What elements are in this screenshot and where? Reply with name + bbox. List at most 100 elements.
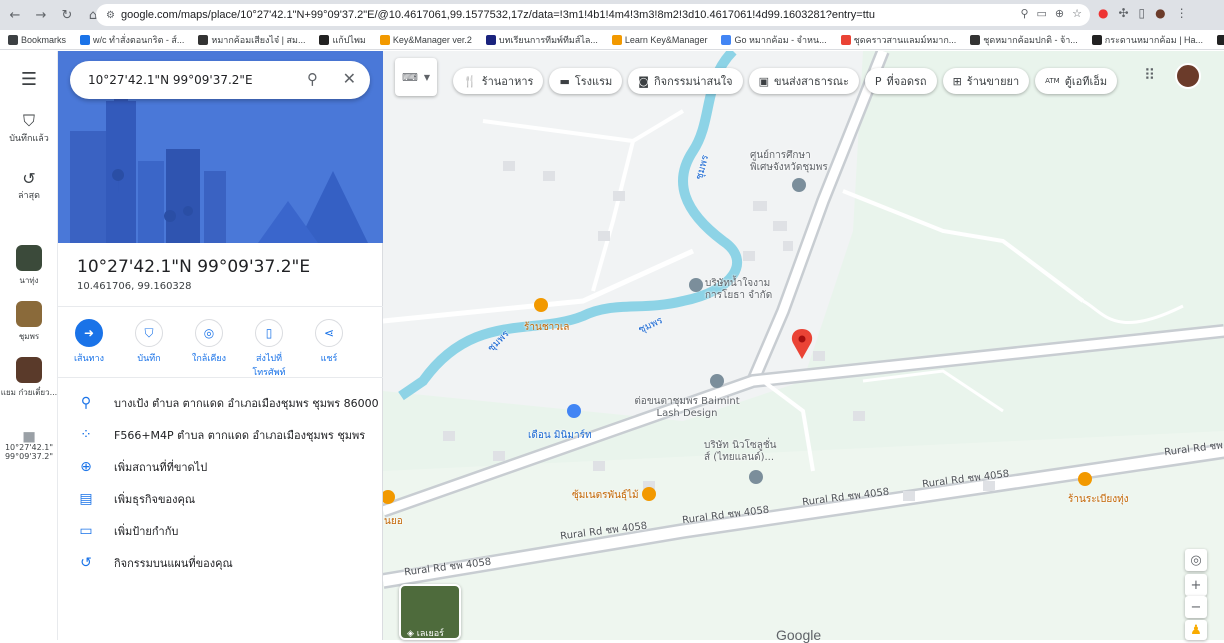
info-row[interactable]: ⚲ บางเป้ง ตำบล ตากแดด อำเภอเมืองชุมพร ชุม…: [58, 388, 383, 418]
bookmark-item[interactable]: Key&Manager ver.2: [379, 34, 472, 45]
address-bar[interactable]: ⚙ google.com/maps/place/10°27'42.1"N+99°…: [96, 4, 1090, 26]
bookmark-item[interactable]: กระดานหมากค้อม | Ha...: [1091, 33, 1204, 47]
bookmark-item[interactable]: Learn Key&Manager: [611, 34, 707, 45]
rail-recent-place[interactable]: นาทุ่ง: [0, 245, 58, 287]
map-label-minimart[interactable]: เดือน มินิมาร์ท: [528, 428, 592, 443]
rail-saved[interactable]: ⛉ บันทึกแล้ว: [0, 111, 58, 145]
info-row[interactable]: ▭ เพิ่มป้ายกำกับ: [58, 516, 383, 546]
url-text: google.com/maps/place/10°27'42.1"N+99°09…: [120, 9, 875, 21]
favicon-icon: [198, 34, 209, 45]
info-row[interactable]: ⊕ เพิ่มสถานที่ที่ขาดไป: [58, 452, 383, 482]
rail-current-place[interactable]: ▅ 10°27'42.1" 99°09'37.2": [0, 427, 58, 461]
camera-icon: ◙: [638, 74, 649, 88]
rail-recent-label: นาทุ่ง: [19, 276, 39, 285]
info-text: F566+M4P ตำบล ตากแดด อำเภอเมืองชุมพร ชุม…: [114, 429, 366, 442]
chip-camera[interactable]: ◙ กิจกรรมน่าสนใจ: [628, 68, 743, 94]
bookmarks-bar: Bookmarks w/c ทำสั่งตอนกริต - ส์... หมากค้…: [0, 30, 1224, 50]
apps-grid-icon[interactable]: ⠿: [1144, 66, 1155, 84]
map-label-shop-right[interactable]: ร้านระเบียงทุ่ง: [1068, 492, 1129, 507]
map-label-restaurant[interactable]: ร้านชาวเล: [524, 320, 569, 335]
zoom-out-button[interactable]: −: [1185, 596, 1207, 618]
location-icon[interactable]: ⚲: [1020, 7, 1028, 20]
avatar[interactable]: [1175, 63, 1201, 89]
directions-button[interactable]: ➜ เส้นทาง: [60, 319, 118, 379]
back-icon[interactable]: ←: [4, 4, 26, 26]
my-location-icon[interactable]: ◎: [1185, 549, 1207, 571]
bookmark-item[interactable]: ชุดหมากค้อมปกติ - จ้า...: [970, 33, 1078, 47]
history-icon: ↺: [80, 555, 92, 571]
input-tools-button[interactable]: ⌨ ▼: [395, 58, 437, 96]
chip-parking[interactable]: P ที่จอดรถ: [864, 68, 937, 94]
pegman-icon[interactable]: ♟: [1185, 620, 1207, 640]
bookmark-item[interactable]: w/c ทำสั่งตอนกริต - ส์...: [80, 33, 184, 47]
bookmark-item[interactable]: สอนหมากค้อมซรั่วสั่งทีม...: [1217, 33, 1224, 47]
favicon-icon: [80, 34, 91, 45]
action-label: ส่งไปที่โทรศัพท์: [252, 354, 286, 378]
map-label-company-2[interactable]: บริษัท นิวโซลูชั่น ส์ (ไทยแลนด์)...: [704, 440, 784, 464]
share-button[interactable]: ⋖ แชร์: [300, 319, 358, 379]
search-input[interactable]: 10°27'42.1"N 99°09'37.2"E: [88, 73, 253, 87]
chip-atm[interactable]: ATM ตู้เอทีเอ็ม: [1035, 68, 1118, 94]
map-label-school[interactable]: ศูนย์การศึกษา พิเศษจังหวัดชุมพร: [750, 150, 830, 174]
place-thumbnail: [16, 357, 42, 383]
info-row[interactable]: ▤ เพิ่มธุรกิจของคุณ: [58, 484, 383, 514]
chip-transit[interactable]: ▣ ขนส่งสาธารณะ: [748, 68, 859, 94]
maps-rail: ☰ ⛉ บันทึกแล้ว ↺ ล่าสุด นาทุ่งชุมพรแยม ก…: [0, 51, 58, 640]
info-row[interactable]: ↺ กิจกรรมบนแผนที่ของคุณ: [58, 548, 383, 578]
map-label-edge[interactable]: นยอ: [384, 514, 403, 529]
search-icon[interactable]: ⚲: [307, 70, 318, 88]
rail-recent-place[interactable]: แยม ก๋วยเตี๋ยว...: [0, 357, 58, 399]
search-box[interactable]: 10°27'42.1"N 99°09'37.2"E ⚲ ✕: [70, 61, 370, 99]
install-icon[interactable]: ▭: [1037, 7, 1047, 20]
info-row[interactable]: ⁘ F566+M4P ตำบล ตากแดด อำเภอเมืองชุมพร ชุ…: [58, 420, 383, 450]
chip-label: ที่จอดรถ: [886, 75, 927, 88]
atm-icon: ATM: [1045, 77, 1060, 85]
rail-recent[interactable]: ↺ ล่าสุด: [0, 169, 58, 202]
transit-icon: ▣: [758, 74, 769, 88]
chip-hotel[interactable]: ▬ โรงแรม: [549, 68, 623, 94]
site-info-icon[interactable]: ⚙: [106, 10, 115, 21]
location-pin-icon: ⚲: [80, 395, 92, 411]
send-to-phone-button[interactable]: ▯ ส่งไปที่โทรศัพท์: [240, 319, 298, 379]
chevron-down-icon: ▼: [423, 72, 431, 82]
bookmarks-folder[interactable]: Bookmarks: [8, 34, 66, 45]
close-icon[interactable]: ✕: [343, 69, 356, 88]
forward-icon[interactable]: →: [30, 4, 52, 26]
hamburger-menu-icon[interactable]: ☰: [0, 69, 58, 90]
map-label-company[interactable]: บริษัทน้ำใจงาม การโยธา จำกัด: [705, 278, 785, 302]
sidebar-icon[interactable]: ▯: [1139, 6, 1146, 20]
bookmark-item[interactable]: Go หมากค้อม - จำหน...: [721, 33, 827, 47]
info-text: เพิ่มป้ายกำกับ: [114, 525, 179, 538]
bookmark-label: Key&Manager ver.2: [392, 34, 472, 45]
rail-current-label: 10°27'42.1" 99°09'37.2": [4, 443, 54, 461]
chip-label: ขนส่งสาธารณะ: [773, 75, 849, 88]
rail-recent-place[interactable]: ชุมพร: [0, 301, 58, 343]
map-canvas[interactable]: [383, 51, 1224, 640]
zoom-icon[interactable]: ⊕: [1055, 7, 1064, 20]
menu-icon[interactable]: ⋮: [1176, 6, 1188, 20]
reload-icon[interactable]: ↻: [56, 4, 78, 26]
map-label-shop[interactable]: ซุ้มเนตรพันธุ์ไม้: [572, 488, 639, 503]
chip-pharmacy[interactable]: ⊞ ร้านขายยา: [942, 68, 1030, 94]
chip-restaurant[interactable]: 🍴 ร้านอาหาร: [453, 68, 544, 94]
map-label-lash[interactable]: ต่อขนตาชุมพร Baimint Lash Design: [632, 396, 742, 420]
profile-icon[interactable]: ●: [1155, 6, 1165, 20]
bookmark-label: กระดานหมากค้อม | Ha...: [1104, 34, 1204, 45]
directions-icon: ➜: [75, 319, 103, 347]
favicon-icon: [840, 34, 851, 45]
bookmark-button[interactable]: ⛉ บันทึก: [120, 319, 178, 379]
history-icon: ↺: [22, 169, 36, 188]
star-icon[interactable]: ☆: [1072, 7, 1082, 20]
hotel-icon: ▬: [559, 74, 570, 88]
place-hero-image: 10°27'42.1"N 99°09'37.2"E ⚲ ✕: [58, 51, 383, 243]
plus-code-icon: ⁘: [80, 427, 92, 443]
extensions-icon[interactable]: ✣: [1118, 6, 1128, 20]
zoom-in-button[interactable]: +: [1185, 574, 1207, 596]
nearby-button[interactable]: ◎ ใกล้เคียง: [180, 319, 238, 379]
bookmark-item[interactable]: ชุดคราวสานแลมม์หมาก...: [840, 33, 956, 47]
bookmark-item[interactable]: บทเรียนการทีมพ์ทีมส์ไล...: [485, 33, 598, 47]
bookmark-item[interactable]: หมากค้อมเสียงไจ๋ | สม...: [198, 33, 305, 47]
opera-icon[interactable]: ●: [1098, 6, 1108, 20]
bookmark-item[interactable]: แก้ปไพม: [319, 33, 366, 47]
place-thumbnail: [16, 301, 42, 327]
